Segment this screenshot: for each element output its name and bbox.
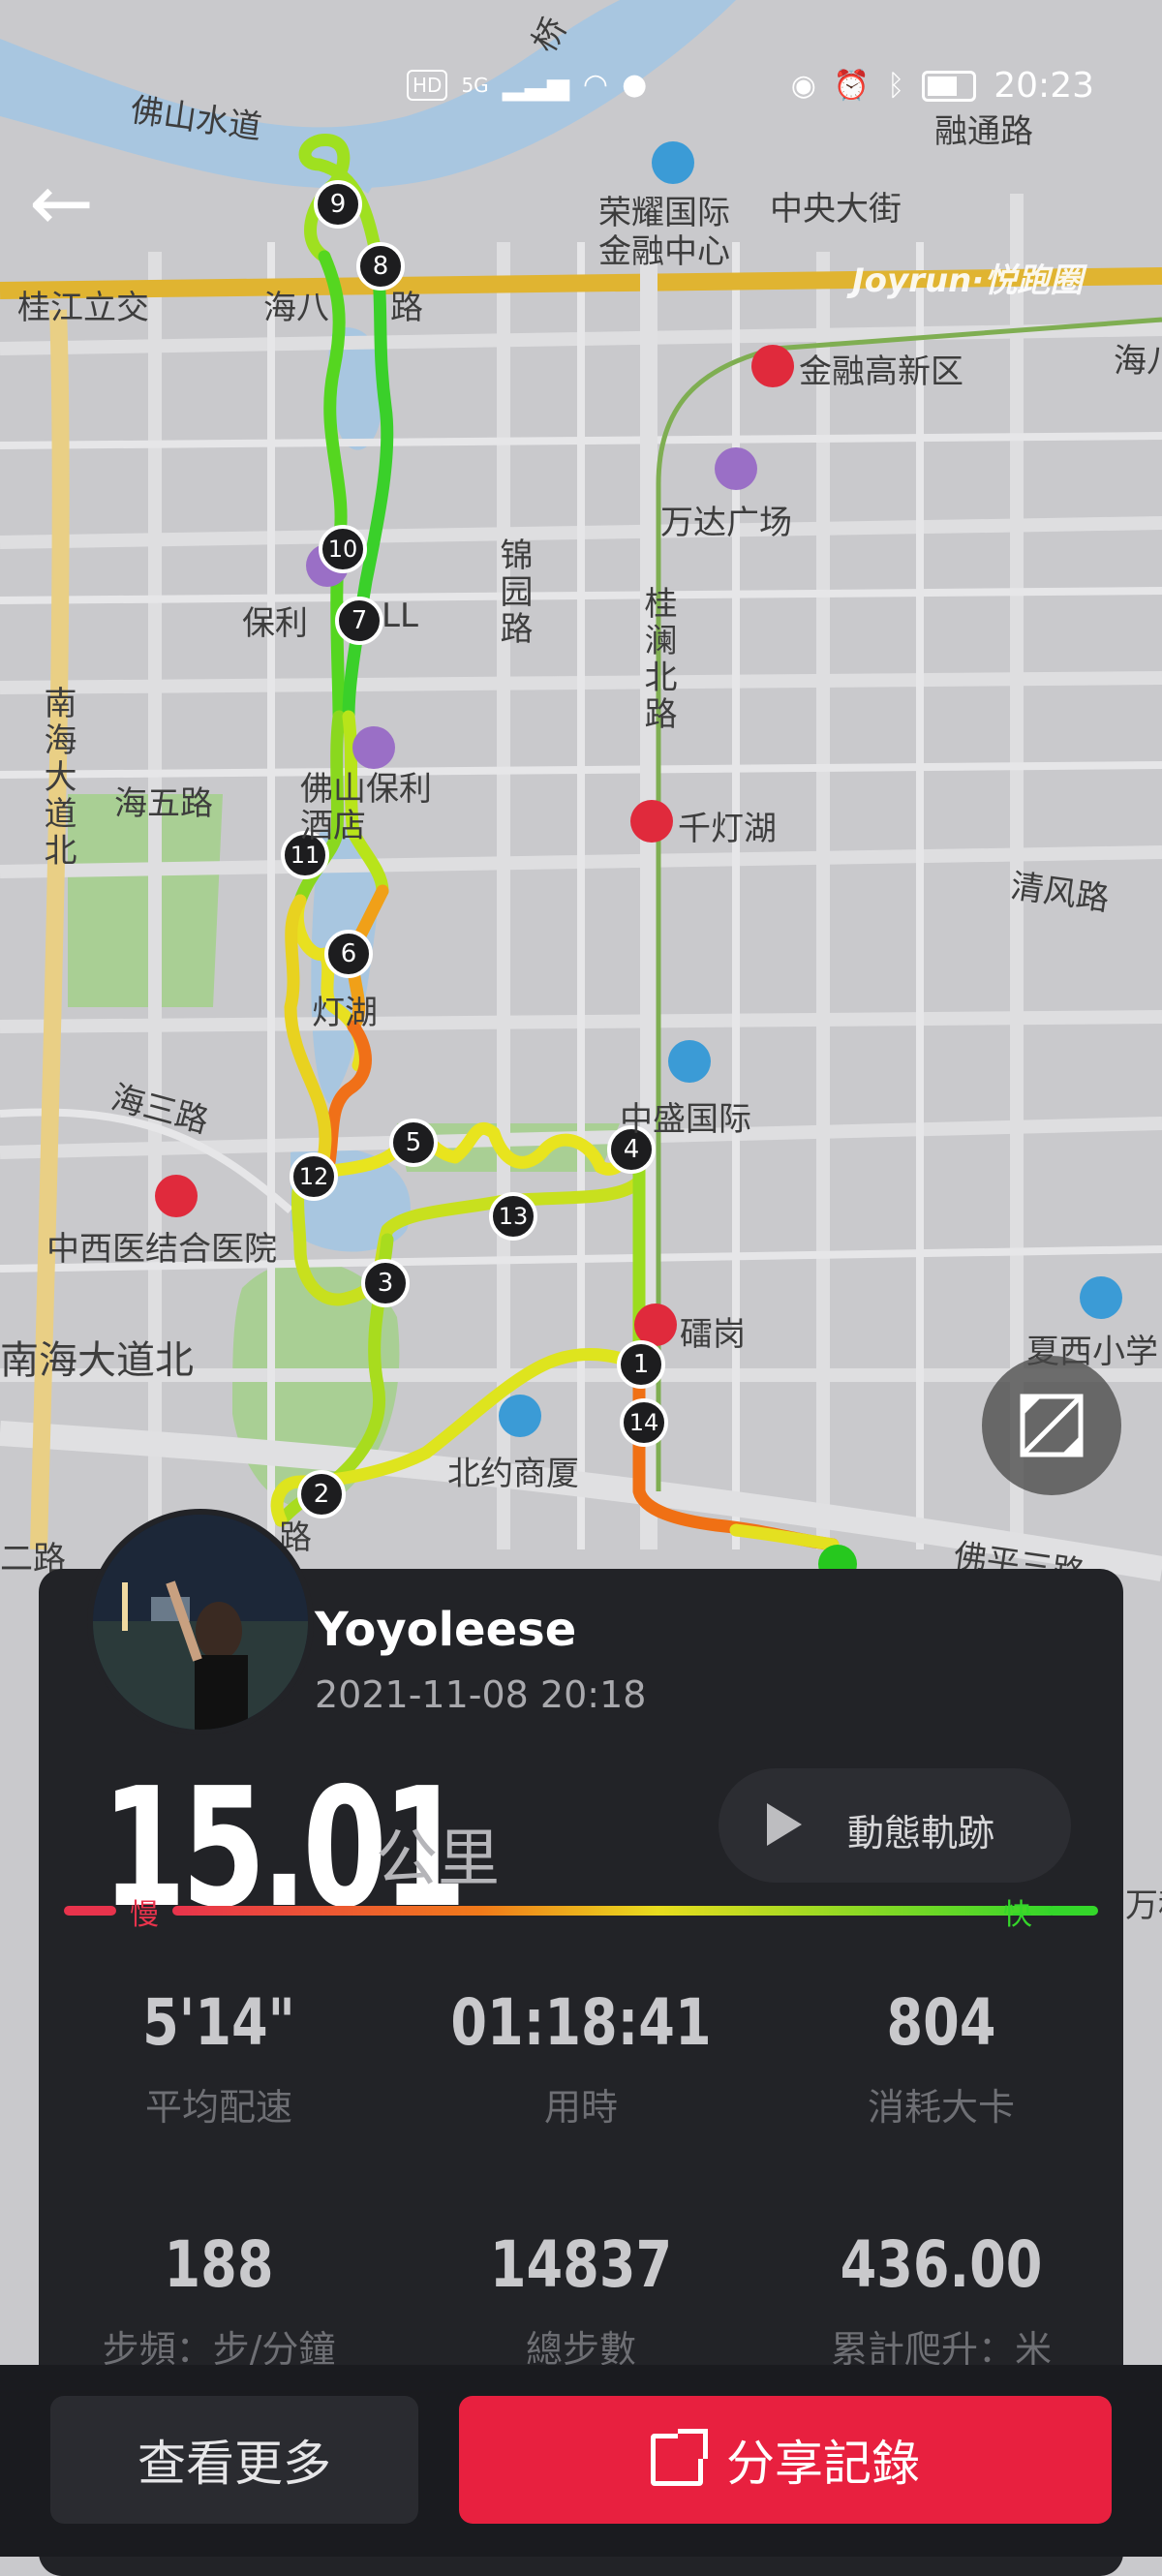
map-label: 中西医结合医院 [46,1230,277,1269]
signal-icon: ▂▃▅ [502,68,569,102]
map-label: 万科 [1125,1886,1162,1925]
pace-fast-label: 快 [1003,1898,1032,1932]
share-icon [651,2429,708,2486]
view-more-button[interactable]: 查看更多 [50,2396,418,2524]
map-label: 锦园路 [494,537,533,648]
stat-label: 用時 [543,2086,618,2129]
map-label: 桂江立交 [17,289,149,327]
stat-avg-pace: 5'14" 平均配速 [54,1985,383,2131]
route-marker: 10 [319,525,367,573]
stat-calories: 804 消耗大卡 [777,1985,1106,2131]
back-arrow-icon[interactable]: ← [29,165,126,242]
map-label: 金融高新区 [799,353,963,391]
map-label: LL [382,597,418,635]
share-record-label: 分享記錄 [726,2436,920,2492]
stat-value: 188 [164,2227,274,2302]
map-label: 中央大街 [770,190,902,229]
username: Yoyoleese [315,1603,577,1657]
pace-slow-label: 慢 [130,1898,159,1932]
map-label: 千灯湖 [678,810,777,848]
map-label: 万达广场 [660,504,792,542]
map-label: 保利 [242,604,308,643]
run-datetime: 2021-11-08 20:18 [315,1673,647,1716]
route-marker: 5 [389,1119,438,1167]
route-marker: 6 [324,930,373,978]
status-bar: HD 5G ▂▃▅ ◠ ● ◉ ⏰ ᛒ 20:23 [0,58,1162,116]
wechat-icon: ● [622,68,648,102]
pace-legend-bar [64,1906,1098,1916]
distance-unit: 公里 [376,1824,500,1895]
map-label: 灯湖 [312,994,378,1032]
map-label: 路 [390,289,423,327]
map-label: 礌岗 [680,1315,746,1354]
map-label: 北约商厦 [447,1455,579,1493]
eye-icon: ◉ [790,68,816,103]
route-marker: 7 [335,597,383,645]
map-label: 桂澜北路 [638,586,677,733]
stat-total-steps: 14837 總步數 [416,2227,746,2373]
stat-cadence: 188 步頻：步/分鐘 [54,2227,383,2373]
map-label: 中盛国际 [620,1100,751,1139]
clock: 20:23 [994,66,1094,106]
route-marker: 1 [617,1340,665,1389]
play-icon [767,1803,802,1846]
expand-icon [1020,1394,1084,1457]
map-label: 海八 [263,289,329,327]
route-marker: 12 [290,1152,338,1201]
route-marker: 3 [361,1259,410,1307]
share-record-button[interactable]: 分享記錄 [459,2396,1112,2524]
hd-badge: HD [407,70,448,101]
stat-value: 14837 [489,2227,673,2302]
stat-duration: 01:18:41 用時 [416,1985,746,2131]
route-marker: 13 [489,1192,537,1241]
stat-label: 消耗大卡 [867,2086,1015,2129]
map-label: 南海大道北 [0,1338,194,1383]
replay-track-label: 動態軌跡 [847,1812,995,1855]
battery-icon [922,70,977,102]
avatar[interactable] [87,1509,314,1735]
map-label: 荣耀国际 金融中心 [598,194,730,271]
route-marker: 14 [620,1398,668,1447]
stat-value: 804 [886,1985,996,2060]
map-label: 海五路 [114,784,213,823]
map-label: 海八 [1114,342,1162,381]
stat-value: 5'14" [142,1985,295,2060]
stat-label: 平均配速 [144,2086,292,2129]
route-marker: 9 [314,180,362,229]
map-label: 佛山保利 酒店 [300,770,432,845]
bluetooth-icon: ᛒ [887,68,905,103]
expand-map-button[interactable] [982,1356,1121,1495]
map-label: 南海大道北 [38,686,76,870]
stat-value: 436.00 [840,2227,1043,2302]
app-watermark: Joyrun·悦跑圈 [852,261,1084,300]
network-type: 5G [461,74,489,97]
wifi-icon: ◠ [582,68,609,102]
stat-value: 01:18:41 [450,1985,712,2060]
view-more-label: 查看更多 [138,2436,331,2492]
stat-elevation-gain: 436.00 累計爬升：米 [777,2227,1106,2373]
replay-track-button[interactable]: 動態軌跡 [719,1768,1071,1883]
alarm-icon: ⏰ [833,68,871,103]
